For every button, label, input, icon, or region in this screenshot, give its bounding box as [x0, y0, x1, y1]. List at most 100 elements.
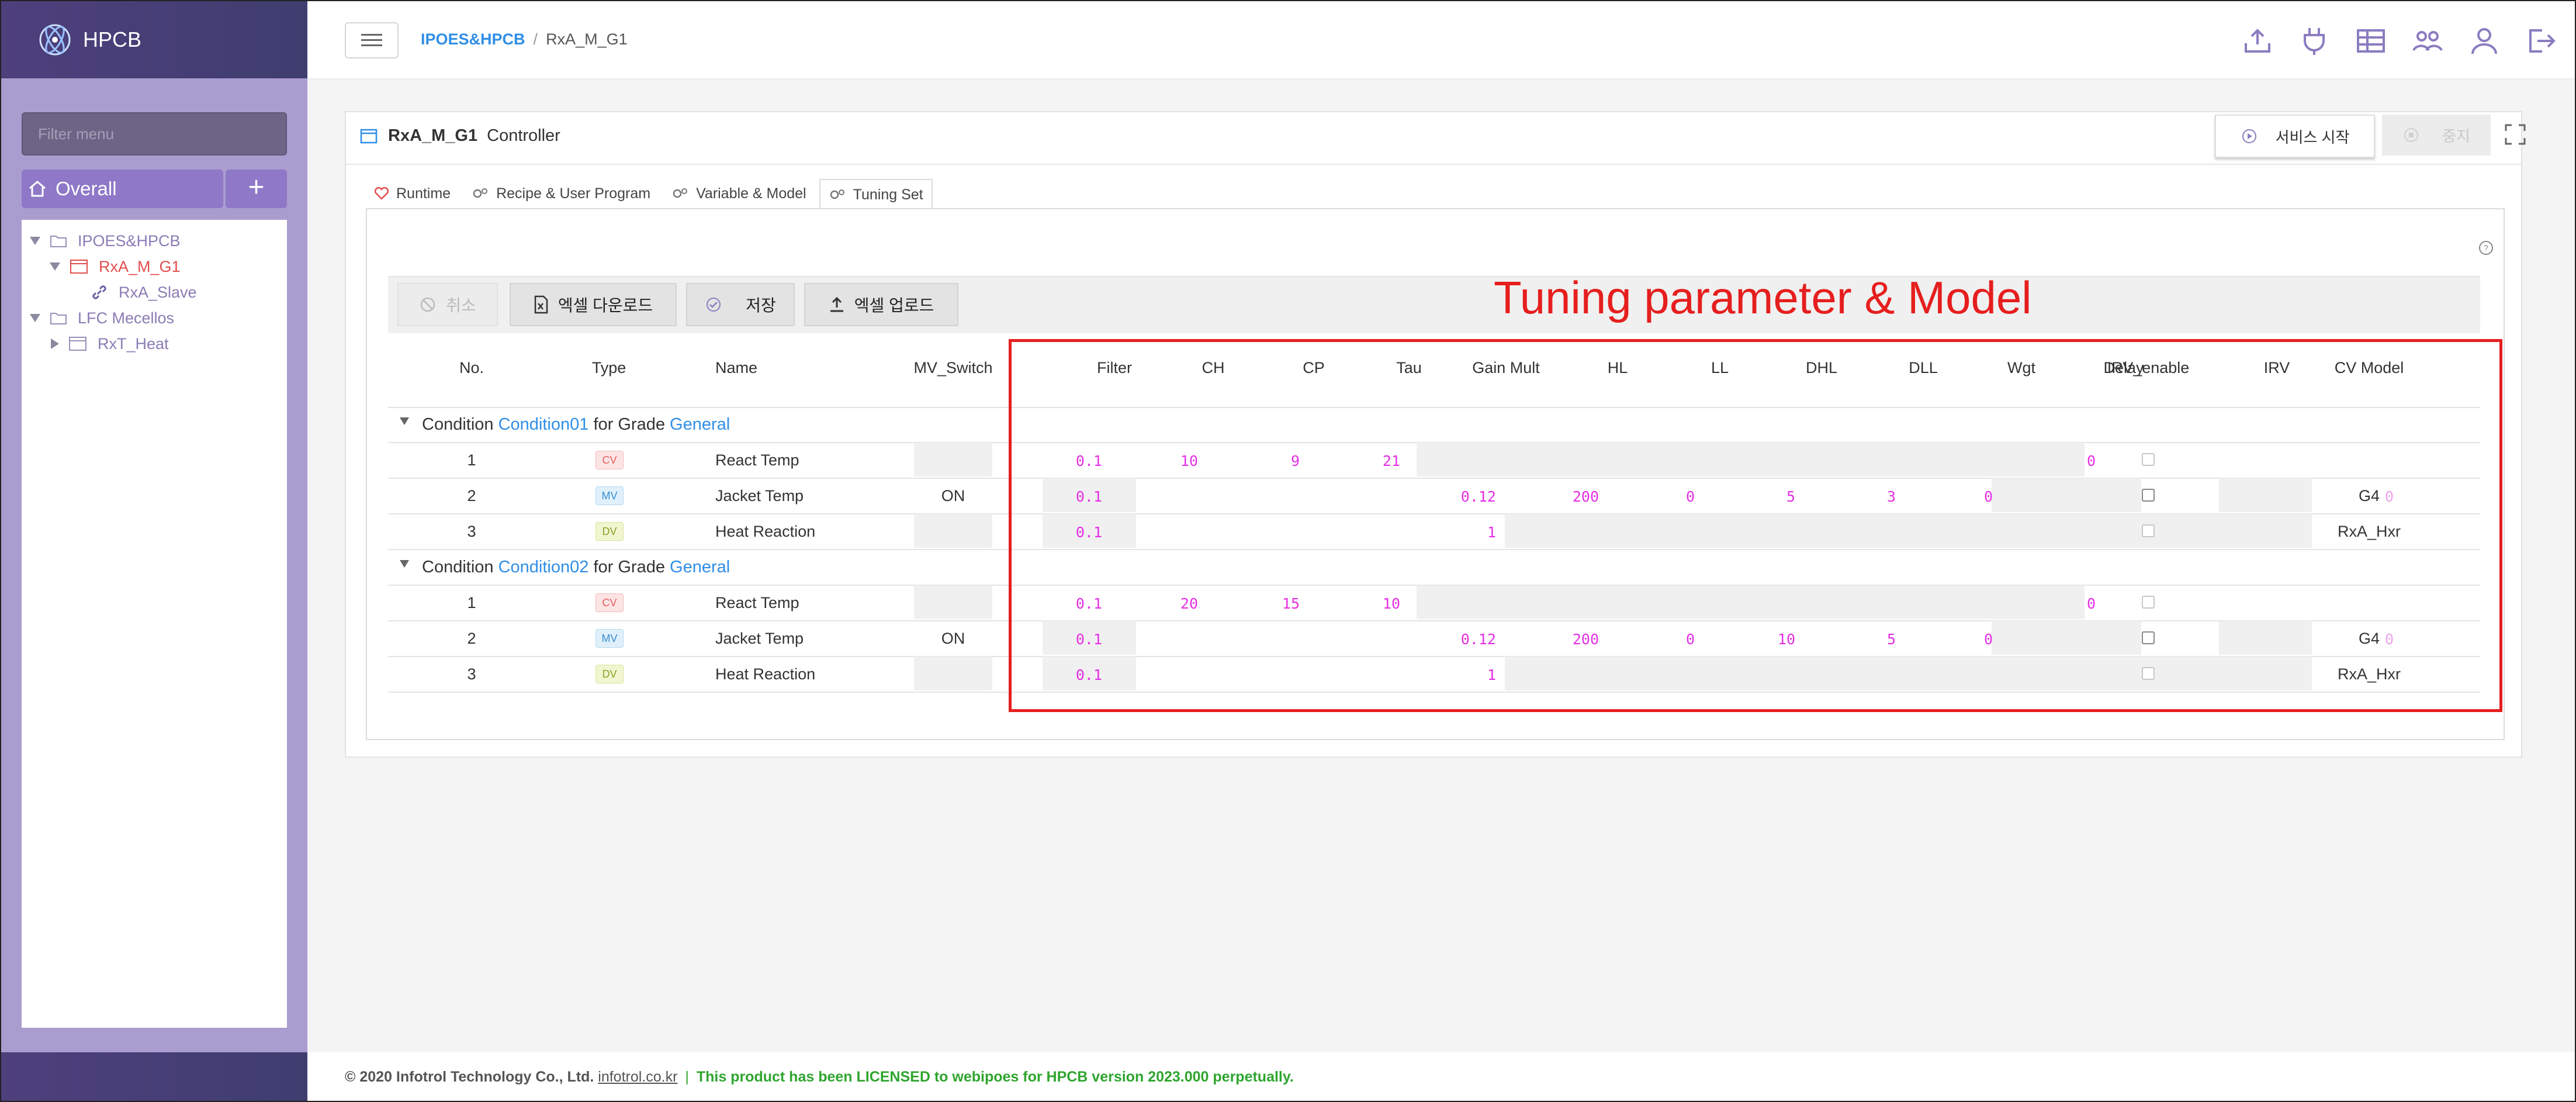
excel-file-icon: [534, 295, 548, 314]
user-icon[interactable]: [2468, 25, 2501, 57]
condition-prefix: Condition: [422, 415, 494, 434]
cancel-button[interactable]: 취소: [397, 283, 498, 326]
annotation-label: Tuning parameter & Model: [1494, 272, 2032, 323]
cell-name: Heat Reaction: [715, 523, 816, 540]
cell-name: Heat Reaction: [715, 665, 816, 683]
navigation-tree: IPOES&HPCB RxA_M_G1 RxA_Slave LFC Mecell…: [22, 220, 287, 1028]
grade-name[interactable]: General: [670, 558, 730, 576]
expand-toggle-icon[interactable]: [30, 237, 40, 245]
tree-item[interactable]: RxT_Heat: [51, 331, 169, 357]
collapse-toggle-icon[interactable]: [400, 417, 409, 425]
save-button[interactable]: 저장: [686, 283, 795, 326]
overall-button[interactable]: Overall: [22, 170, 223, 208]
cell-name: Jacket Temp: [715, 630, 804, 647]
type-badge-mv: MV: [595, 629, 624, 648]
type-badge-cv: CV: [595, 451, 624, 469]
top-icon-bar: [2217, 25, 2557, 57]
cell-name: React Temp: [715, 451, 799, 469]
breadcrumb-separator: /: [533, 30, 538, 48]
sidebar-footer: [1, 1052, 307, 1101]
window-icon: [360, 129, 378, 143]
breadcrumb-current: RxA_M_G1: [546, 30, 628, 48]
filter-menu-input[interactable]: Filter menu: [22, 112, 287, 156]
tab-variable-model[interactable]: Variable & Model: [663, 179, 815, 208]
cell-no: 2: [467, 630, 476, 647]
tree-item-label: IPOES&HPCB: [78, 232, 181, 250]
cell-no: 2: [467, 487, 476, 505]
condition-name[interactable]: Condition02: [498, 558, 589, 576]
play-circle-icon: [2242, 129, 2256, 143]
overall-label: Overall: [56, 178, 117, 199]
save-label: 저장: [746, 296, 776, 315]
add-button[interactable]: +: [226, 170, 287, 208]
sidebar: HPCB Filter menu Overall + IPOES&HPCB Rx…: [1, 1, 307, 1101]
menu-toggle-button[interactable]: [345, 22, 399, 58]
fullscreen-icon[interactable]: [2504, 123, 2527, 146]
hamburger-icon: [361, 34, 382, 46]
home-icon: [29, 181, 46, 197]
top-bar: IPOES&HPCB / RxA_M_G1: [307, 1, 2575, 80]
column-header: Type: [591, 359, 626, 376]
condition-name[interactable]: Condition01: [498, 415, 589, 434]
excel-upload-button[interactable]: 엑셀 업로드: [804, 283, 958, 326]
table-icon[interactable]: [2355, 25, 2387, 57]
help-icon[interactable]: ?: [2478, 240, 2494, 256]
grade-prefix: for Grade: [593, 415, 665, 434]
breadcrumb-root-link[interactable]: IPOES&HPCB: [421, 30, 525, 48]
cell-no: 1: [467, 594, 476, 612]
excel-download-button[interactable]: 엑셀 다운로드: [510, 283, 677, 326]
check-circle-icon: [707, 298, 721, 312]
condition-group-label: Condition Condition02 for Grade General: [422, 558, 730, 577]
tab-runtime[interactable]: Runtime: [366, 179, 459, 208]
tab-label: Variable & Model: [696, 185, 806, 202]
read-only-cell: [914, 514, 992, 548]
tree-item[interactable]: IPOES&HPCB: [30, 228, 181, 254]
start-service-label: 서비스 시작: [2275, 128, 2350, 146]
start-service-button[interactable]: 서비스 시작: [2215, 115, 2375, 158]
gears-icon: [673, 188, 688, 198]
controller-kind: Controller: [487, 126, 560, 145]
upload-icon: [830, 296, 843, 312]
tab-label: Tuning Set: [853, 186, 923, 203]
app-frame: HPCB Filter menu Overall + IPOES&HPCB Rx…: [0, 0, 2576, 1102]
type-badge-dv: DV: [595, 665, 624, 683]
tab-recipe-user-program[interactable]: Recipe & User Program: [463, 179, 659, 208]
tree-item[interactable]: RxA_Slave: [91, 279, 197, 305]
condition-prefix: Condition: [422, 558, 494, 576]
panel-title: RxA_M_G1 Controller: [360, 126, 560, 146]
collapse-toggle-icon[interactable]: [400, 560, 409, 568]
tree-item-label: LFC Mecellos: [78, 309, 175, 327]
ban-icon: [420, 297, 435, 312]
svg-text:?: ?: [2484, 243, 2488, 253]
plug-icon[interactable]: [2298, 25, 2331, 57]
footer-text: © 2020 Infotrol Technology Co., Ltd. inf…: [345, 1069, 1294, 1086]
stop-button[interactable]: 중지: [2382, 115, 2491, 156]
type-badge-cv: CV: [595, 593, 624, 612]
expand-toggle-icon[interactable]: [50, 262, 60, 271]
condition-group-label: Condition Condition01 for Grade General: [422, 415, 730, 434]
breadcrumb: IPOES&HPCB / RxA_M_G1: [421, 30, 628, 49]
grade-name[interactable]: General: [670, 415, 730, 434]
folder-icon: [50, 236, 67, 247]
footer-license: This product has been LICENSED to webipo…: [696, 1069, 1294, 1085]
panel-header: RxA_M_G1 Controller 서비스 시작 중지: [346, 112, 2526, 165]
expand-toggle-icon[interactable]: [51, 338, 59, 349]
tree-item-label: RxA_M_G1: [99, 257, 181, 275]
tree-item-label: RxA_Slave: [119, 283, 197, 301]
expand-toggle-icon[interactable]: [30, 314, 40, 322]
app-header: HPCB: [1, 1, 307, 78]
upload-icon[interactable]: [2241, 25, 2274, 57]
tree-item-label: RxT_Heat: [98, 334, 169, 353]
app-title: HPCB: [83, 27, 142, 51]
group-icon[interactable]: [2411, 25, 2444, 57]
app-logo-icon: [39, 24, 71, 56]
footer-link[interactable]: infotrol.co.kr: [598, 1069, 677, 1085]
tab-tuning-set[interactable]: Tuning Set: [819, 179, 933, 209]
logout-icon[interactable]: [2525, 25, 2557, 57]
page-footer: © 2020 Infotrol Technology Co., Ltd. inf…: [307, 1052, 2575, 1101]
stop-label: 중지: [2442, 127, 2470, 145]
tree-item[interactable]: RxA_M_G1: [50, 254, 181, 279]
cell-no: 3: [467, 523, 476, 540]
footer-separator: |: [685, 1069, 689, 1085]
tree-item[interactable]: LFC Mecellos: [30, 305, 174, 331]
